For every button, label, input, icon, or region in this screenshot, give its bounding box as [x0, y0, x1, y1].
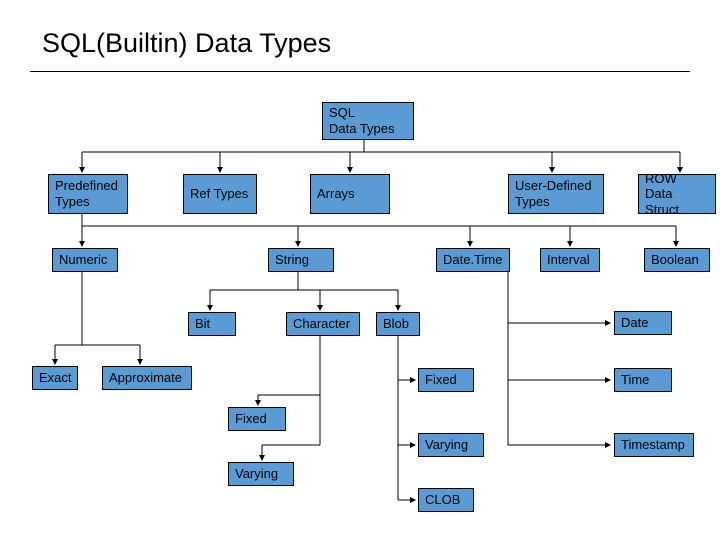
- node-fixed-char: Fixed: [228, 407, 286, 431]
- node-root: SQL Data Types: [322, 102, 414, 140]
- node-fixed-blob: Fixed: [418, 368, 474, 392]
- node-datetime: Date.Time: [436, 248, 510, 272]
- node-varying-char: Varying: [228, 462, 294, 486]
- node-time: Time: [614, 368, 672, 392]
- node-exact: Exact: [32, 366, 78, 390]
- page-title: SQL(Builtin) Data Types: [42, 28, 331, 59]
- node-arrays: Arrays: [310, 174, 390, 214]
- node-character: Character: [286, 312, 360, 336]
- node-row: ROW Data Struct: [638, 174, 716, 214]
- node-userdef: User-Defined Types: [508, 174, 604, 214]
- node-approx: Approximate: [102, 366, 192, 390]
- node-bit: Bit: [188, 312, 236, 336]
- node-timestamp: Timestamp: [614, 433, 694, 457]
- node-date: Date: [614, 311, 672, 335]
- node-clob: CLOB: [418, 488, 474, 512]
- node-predefined: Predefined Types: [48, 174, 128, 214]
- node-boolean: Boolean: [644, 248, 710, 272]
- node-interval: Interval: [540, 248, 600, 272]
- node-varying-blob: Varying: [418, 433, 484, 457]
- node-numeric: Numeric: [52, 248, 118, 272]
- node-string: String: [268, 248, 334, 272]
- node-ref: Ref Types: [183, 174, 257, 214]
- node-blob: Blob: [376, 312, 420, 336]
- title-divider: [30, 71, 690, 72]
